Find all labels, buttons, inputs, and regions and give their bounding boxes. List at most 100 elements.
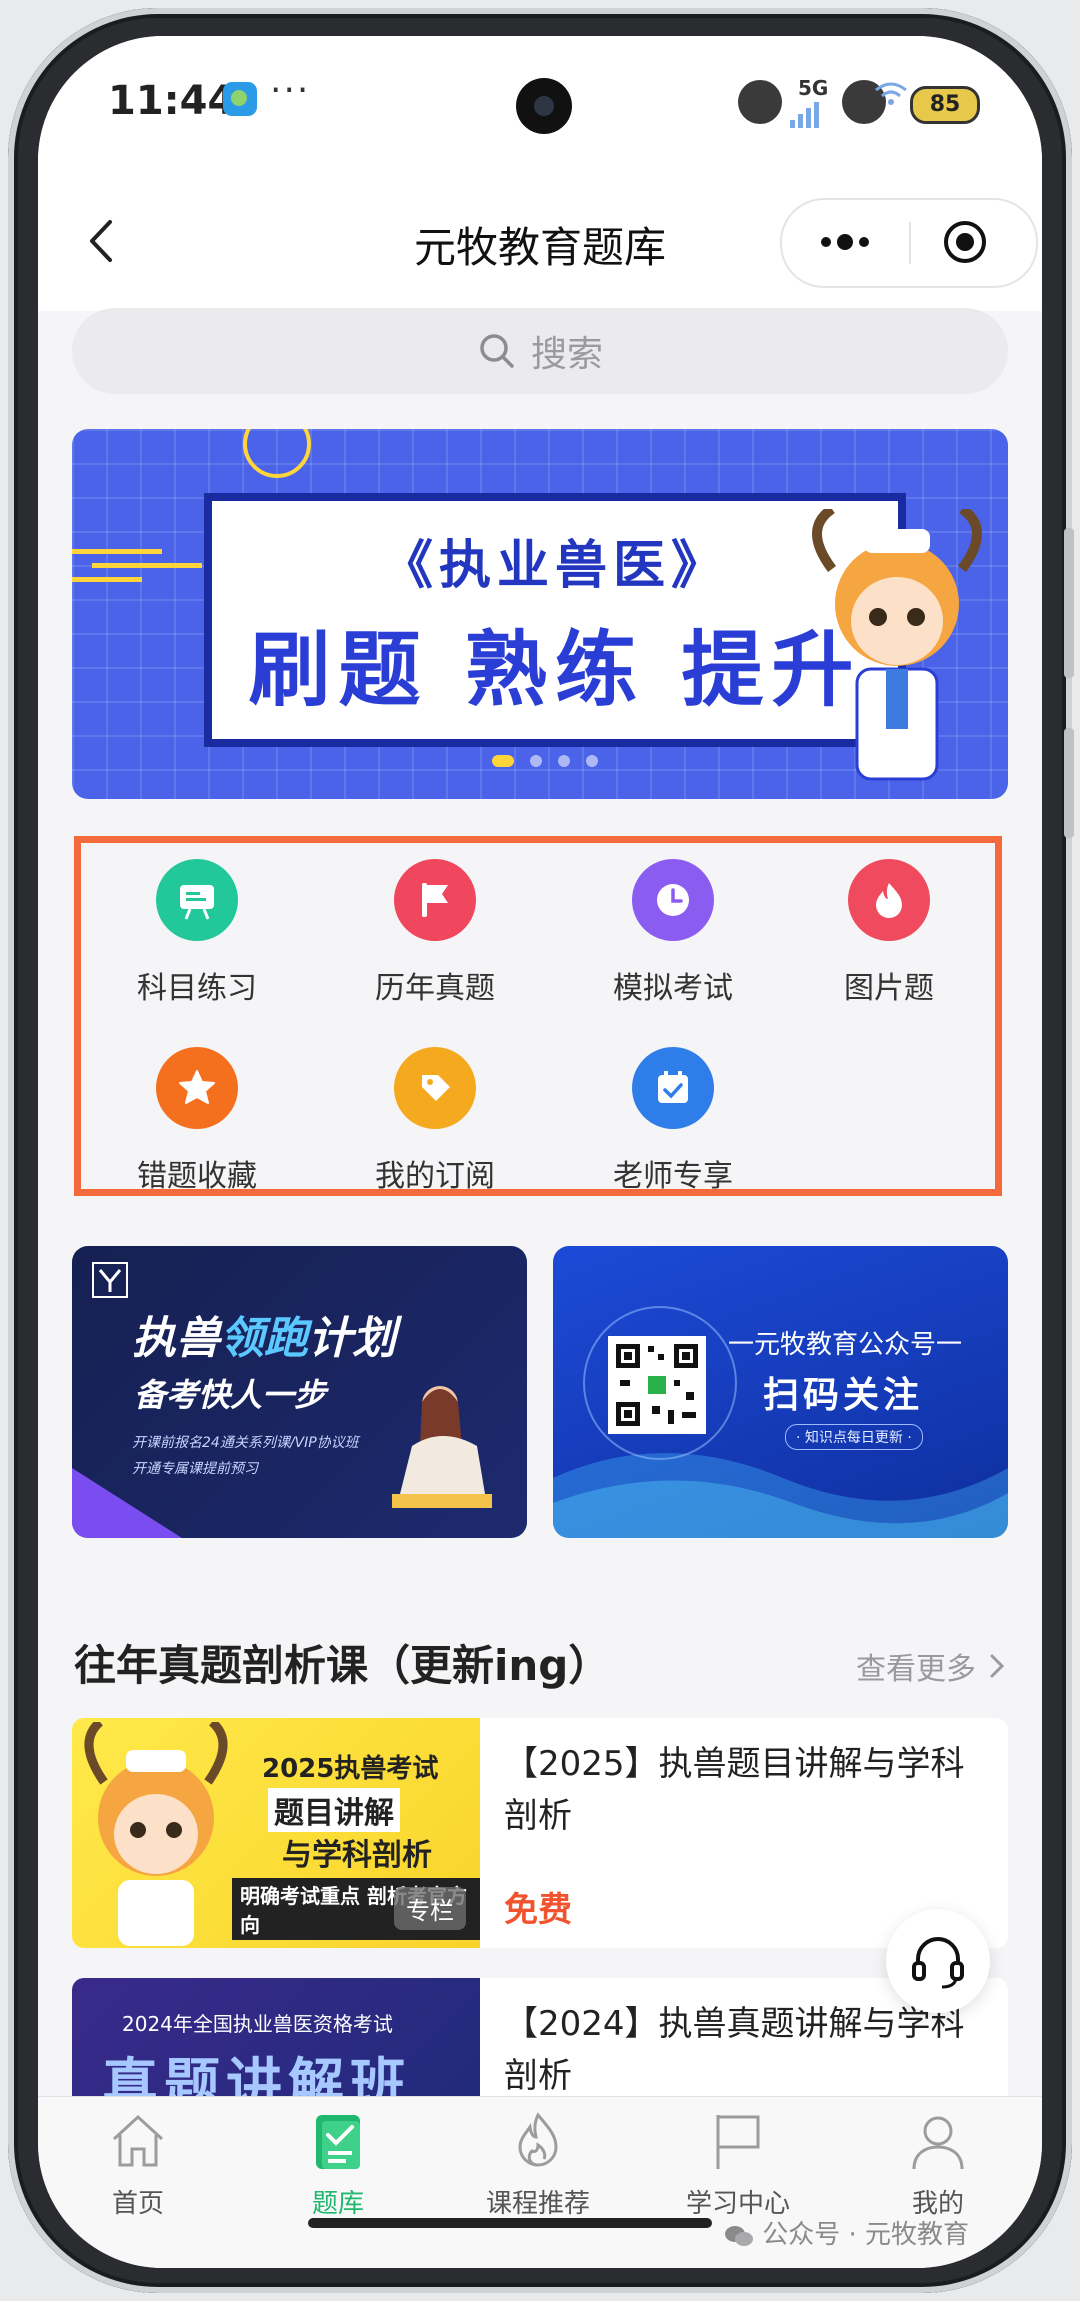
mini-program-capsule — [780, 198, 1038, 288]
promo-card-leader-plan[interactable]: 执兽领跑计划 备考快人一步 开课前报名24通关系列课/VIP协议班 开通专属课提… — [72, 1246, 527, 1538]
grid-item-picture-questions[interactable]: 图片题 — [779, 859, 999, 1007]
grid-item-label: 我的订阅 — [375, 1159, 495, 1194]
calendar-icon — [632, 1047, 714, 1129]
headset-icon — [912, 1937, 964, 1989]
promo-daily-update: · 知识点每日更新 · — [785, 1424, 923, 1450]
banner-slogan: 刷题 熟练 提升 — [248, 623, 862, 718]
title-bar: 元牧教育题库 — [38, 176, 1042, 311]
section-title: 往年真题剖析课（更新ing） — [74, 1641, 611, 1690]
watermark: 公众号 · 元牧教育 — [724, 2214, 969, 2251]
home-indicator[interactable] — [308, 2218, 712, 2228]
whiteboard-icon — [156, 859, 238, 941]
promo-subtitle: 备考快人一步 — [134, 1376, 327, 1414]
thumb-text: 题目讲解 — [268, 1788, 400, 1832]
promo-banner[interactable]: 《执业兽医》 刷题 熟练 提升 — [72, 429, 1008, 799]
grid-item-my-subscriptions[interactable]: 我的订阅 — [325, 1047, 545, 1195]
pagination-dot — [586, 755, 598, 767]
volume-button — [1064, 528, 1074, 678]
search-bar[interactable]: 搜索 — [72, 308, 1008, 394]
phone-frame: 11:44 ··· 5G 85 元牧教育题库 搜索 《执业兽医》 刷题 熟练 提… — [8, 8, 1074, 2293]
grid-item-label: 老师专享 — [613, 1159, 733, 1194]
status-time: 11:44 — [108, 78, 236, 124]
studying-girl-illustration — [392, 1386, 492, 1508]
grid-item-mock-exam[interactable]: 模拟考试 — [563, 859, 783, 1007]
grid-item-wrong-favorites[interactable]: 错题收藏 — [87, 1047, 307, 1195]
search-bar-inner: 搜索 — [72, 308, 1008, 394]
banner-pagination — [492, 755, 598, 767]
watermark-text: 公众号 · 元牧教育 — [762, 2220, 970, 2250]
grid-item-subject-practice[interactable]: 科目练习 — [87, 859, 307, 1007]
network-label: 5G — [798, 76, 829, 100]
grid-item-label: 模拟考试 — [613, 971, 733, 1006]
close-target-icon[interactable] — [942, 219, 988, 265]
signal-icon — [790, 102, 819, 128]
tab-course-recommend[interactable]: 课程推荐 — [438, 2109, 638, 2220]
promo-headline-b: 领跑 — [220, 1313, 308, 1364]
course-price: 免费 — [504, 1890, 572, 1930]
promo-headline-c: 计划 — [308, 1313, 396, 1364]
goat-mascot-icon — [812, 509, 982, 781]
grid-item-label: 图片题 — [844, 971, 934, 1006]
more-notifications-icon: ··· — [270, 70, 311, 111]
search-placeholder: 搜索 — [530, 334, 603, 375]
customer-service-button[interactable] — [886, 1909, 990, 2013]
clock-icon — [632, 859, 714, 941]
tag-icon — [394, 1047, 476, 1129]
tab-mine[interactable]: 我的 — [838, 2109, 1038, 2220]
banner-ring-decoration — [243, 429, 311, 478]
flag-icon — [394, 859, 476, 941]
thumb-text: 与学科剖析 — [282, 1838, 432, 1873]
home-icon — [112, 2114, 164, 2167]
grid-item-teacher-exclusive[interactable]: 老师专享 — [563, 1047, 783, 1195]
grid-item-past-exams[interactable]: 历年真题 — [325, 859, 545, 1007]
banner-text-box: 《执业兽医》 刷题 熟练 提升 — [204, 493, 906, 747]
grid-item-label: 错题收藏 — [137, 1159, 257, 1194]
course-thumbnail: 2025执兽考试 题目讲解 与学科剖析 明确考试重点 剖析考官方向 专栏 — [72, 1718, 480, 1948]
view-more-label: 查看更多 — [856, 1652, 976, 1687]
pagination-dot — [530, 755, 542, 767]
search-icon — [480, 334, 514, 368]
promo-headline: 执兽领跑计划 — [132, 1302, 396, 1366]
thumb-text: 2024年全国执业兽医资格考试 — [122, 2012, 393, 2036]
promo-card-follow-account[interactable]: 一元牧教育公众号一 扫码关注 · 知识点每日更新 · — [553, 1246, 1008, 1538]
banner-headline: 《执业兽医》 — [380, 536, 729, 596]
tab-label: 题库 — [311, 2189, 364, 2219]
view-more-link[interactable]: 查看更多 — [856, 1644, 1006, 1688]
course-card[interactable]: 2025执兽考试 题目讲解 与学科剖析 明确考试重点 剖析考官方向 专栏 【20… — [72, 1718, 1008, 1948]
course-title: 【2025】执兽题目讲解与学科剖析 — [504, 1744, 965, 1836]
tab-question-bank[interactable]: 题库 — [238, 2109, 438, 2220]
flag-icon — [716, 2115, 760, 2169]
flame-icon — [848, 859, 930, 941]
goat-mascot-icon — [84, 1722, 228, 1946]
qr-code-icon — [608, 1336, 706, 1434]
promo-account-name: 一元牧教育公众号一 — [728, 1330, 963, 1360]
promo-headline-a: 执兽 — [132, 1313, 220, 1364]
chevron-right-icon — [990, 1654, 1005, 1678]
banner-lines-decoration — [72, 549, 202, 582]
fire-icon — [518, 2112, 558, 2167]
pagination-dot-active — [492, 755, 514, 767]
star-icon — [156, 1047, 238, 1129]
course-title: 【2024】执兽真题讲解与学科剖析 — [504, 2004, 965, 2096]
power-button — [1064, 728, 1074, 838]
screen: 11:44 ··· 5G 85 元牧教育题库 搜索 《执业兽医》 刷题 熟练 提… — [38, 36, 1042, 2268]
user-icon — [912, 2116, 964, 2170]
capsule-divider — [909, 222, 911, 264]
promo-scan-follow: 扫码关注 — [763, 1375, 924, 1416]
tab-home[interactable]: 首页 — [38, 2109, 238, 2220]
tab-study-center[interactable]: 学习中心 — [638, 2109, 838, 2220]
grid-item-label: 历年真题 — [375, 971, 495, 1006]
wechat-icon — [725, 2225, 753, 2246]
cat-sticker-icon — [738, 80, 782, 124]
wifi-icon — [875, 82, 907, 105]
tab-label: 课程推荐 — [485, 2189, 590, 2219]
grid-item-label: 科目练习 — [137, 971, 257, 1006]
app-notification-icon — [223, 82, 257, 116]
front-camera — [516, 78, 572, 134]
promo-decoration — [72, 1468, 182, 1538]
tab-label: 首页 — [111, 2189, 164, 2219]
more-options-icon[interactable] — [810, 220, 880, 264]
brand-logo-icon — [92, 1262, 128, 1298]
pagination-dot — [558, 755, 570, 767]
thumb-text: 2025执兽考试 — [262, 1754, 439, 1784]
